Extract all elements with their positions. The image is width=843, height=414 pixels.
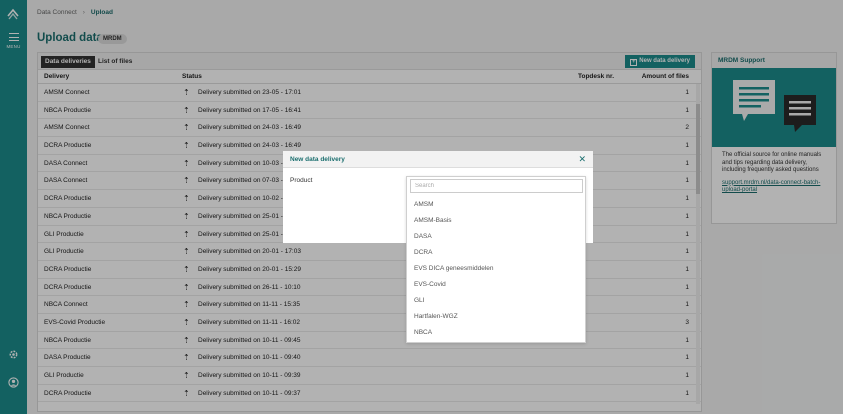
modal-title: New data delivery [290,156,345,163]
dropdown-option[interactable]: DCRA [414,249,432,257]
dropdown-option[interactable]: EVS DICA geneesmiddelen [414,265,494,273]
product-search-input[interactable] [410,179,583,193]
dropdown-option[interactable]: NBCA [414,329,432,337]
dropdown-option[interactable]: AMSM [414,201,434,209]
product-label: Product [290,177,313,184]
close-icon[interactable]: ✕ [578,151,586,168]
product-dropdown: AMSM AMSM-Basis DASA DCRA EVS DICA geneesmid… [406,176,586,343]
dropdown-option[interactable]: EVS-Covid [414,281,446,289]
dropdown-option[interactable]: GLI [414,297,424,305]
dropdown-option[interactable]: AMSM-Basis [414,217,452,225]
dropdown-option[interactable]: Hartfalen-WGZ [414,313,458,321]
modal-header: New data delivery ✕ [283,151,593,168]
dropdown-option[interactable]: DASA [414,233,432,241]
